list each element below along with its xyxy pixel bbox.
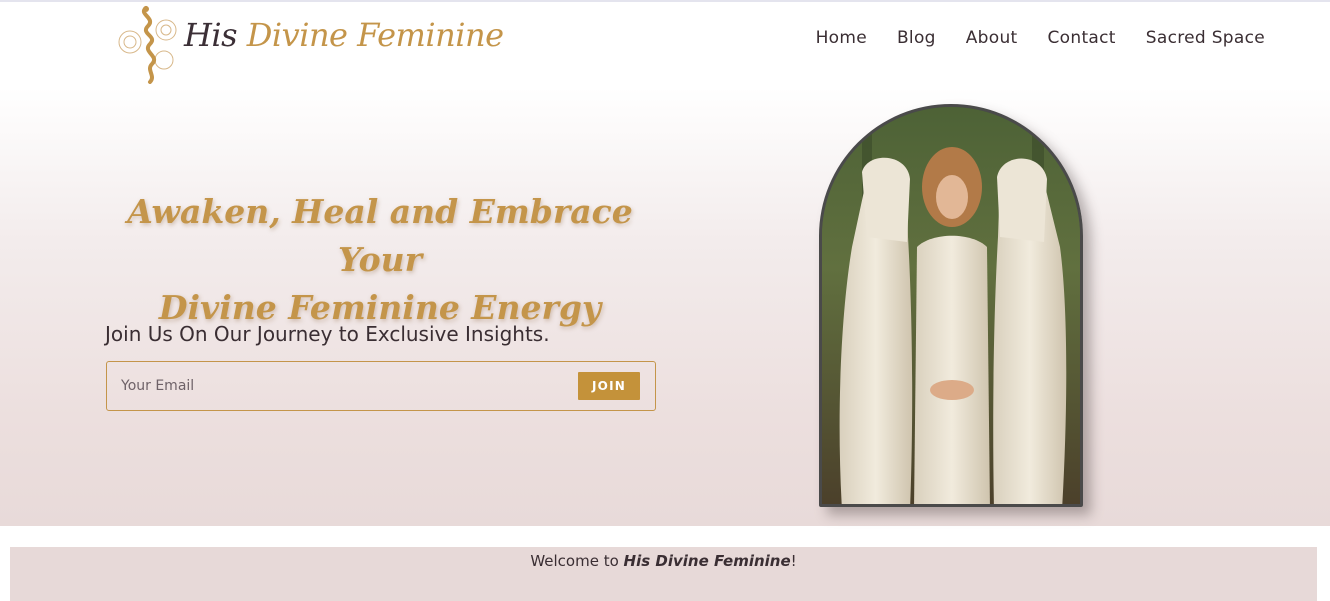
hero-headline: Awaken, Heal and Embrace Your Divine Fem… bbox=[100, 188, 660, 332]
three-women-illustration bbox=[822, 107, 1080, 504]
email-input[interactable] bbox=[121, 374, 561, 398]
nav-about[interactable]: About bbox=[966, 28, 1018, 48]
site-header: His Divine Feminine Home Blog About Cont… bbox=[0, 2, 1330, 88]
nav-home[interactable]: Home bbox=[816, 28, 867, 48]
welcome-prefix: Welcome to bbox=[530, 552, 624, 570]
newsletter-signup-form: JOIN bbox=[106, 361, 656, 411]
hero-subheading: Join Us On Our Journey to Exclusive Insi… bbox=[105, 322, 550, 346]
nav-sacred-space[interactable]: Sacred Space bbox=[1146, 28, 1265, 48]
join-button[interactable]: JOIN bbox=[578, 372, 640, 400]
welcome-site-name: His Divine Feminine bbox=[623, 552, 791, 570]
hero-section: Awaken, Heal and Embrace Your Divine Fem… bbox=[0, 88, 1330, 526]
logo-wordmark: His Divine Feminine bbox=[184, 16, 504, 54]
nav-blog[interactable]: Blog bbox=[897, 28, 936, 48]
welcome-suffix: ! bbox=[790, 552, 797, 570]
hero-headline-line1: Awaken, Heal and Embrace Your bbox=[127, 192, 633, 279]
logo-text-his: His bbox=[184, 16, 238, 54]
welcome-banner: Welcome to His Divine Feminine! bbox=[10, 547, 1317, 601]
serpent-emblem-icon bbox=[118, 6, 177, 84]
site-logo[interactable]: His Divine Feminine bbox=[116, 4, 504, 84]
logo-text-divine-feminine: Divine Feminine bbox=[246, 16, 504, 54]
main-navigation: Home Blog About Contact Sacred Space bbox=[816, 28, 1265, 48]
hero-arch-image bbox=[819, 104, 1083, 507]
nav-contact[interactable]: Contact bbox=[1048, 28, 1116, 48]
